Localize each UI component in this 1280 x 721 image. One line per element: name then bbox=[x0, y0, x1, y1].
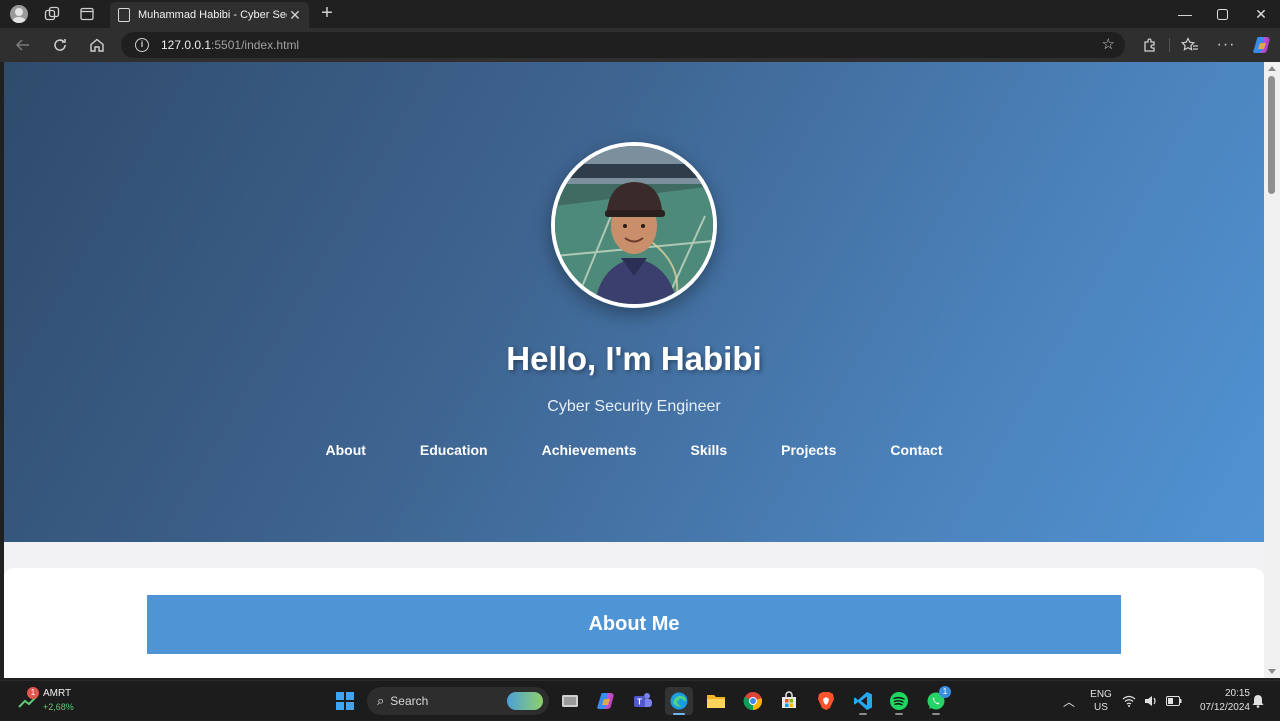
chrome-icon[interactable] bbox=[739, 687, 767, 715]
site-info-icon[interactable]: i bbox=[135, 38, 149, 52]
hero-title: Hello, I'm Habibi bbox=[506, 340, 762, 377]
scroll-down-arrow-icon[interactable] bbox=[1268, 669, 1276, 674]
url-text[interactable]: 127.0.0.1:5501/index.html bbox=[161, 38, 299, 52]
search-icon: ⌕ bbox=[377, 693, 385, 708]
volume-icon bbox=[1145, 696, 1156, 706]
about-heading: About Me bbox=[147, 595, 1121, 654]
maximize-button[interactable] bbox=[1203, 0, 1241, 28]
notification-bell-icon[interactable] bbox=[1250, 681, 1266, 721]
hero-subtitle: Cyber Security Engineer bbox=[547, 398, 721, 415]
running-indicator bbox=[932, 713, 940, 715]
nav-link-contact[interactable]: Contact bbox=[890, 442, 942, 458]
nav-link-education[interactable]: Education bbox=[420, 442, 488, 458]
nav-link-skills[interactable]: Skills bbox=[691, 442, 728, 458]
address-bar[interactable]: i 127.0.0.1:5501/index.html ☆ bbox=[121, 32, 1125, 58]
start-button[interactable] bbox=[331, 687, 359, 715]
workspaces-icon[interactable] bbox=[41, 4, 63, 24]
tab-title: Muhammad Habibi - Cyber Secu bbox=[138, 9, 287, 21]
minimize-button[interactable]: ― bbox=[1166, 0, 1204, 28]
running-indicator bbox=[895, 713, 903, 715]
vscode-icon[interactable] bbox=[849, 687, 877, 715]
extensions-icon[interactable] bbox=[1139, 34, 1161, 56]
search-label: Search bbox=[390, 694, 429, 708]
scroll-up-arrow-icon[interactable] bbox=[1268, 66, 1276, 71]
browser-tab-active[interactable]: Muhammad Habibi - Cyber Secu ✕ bbox=[110, 2, 309, 28]
active-indicator bbox=[673, 713, 685, 715]
taskbar-search[interactable]: ⌕ Search bbox=[367, 687, 549, 715]
svg-text:T: T bbox=[637, 698, 642, 707]
stock-change: +2,68% bbox=[43, 702, 74, 712]
clock[interactable]: 20:15 07/12/2024 bbox=[1186, 681, 1250, 721]
whatsapp-icon[interactable]: 1 bbox=[922, 686, 951, 715]
file-explorer-icon[interactable] bbox=[702, 687, 730, 715]
page-viewport: Hello, I'm Habibi Cyber Security Enginee… bbox=[4, 62, 1264, 678]
edge-icon[interactable] bbox=[665, 687, 693, 715]
about-section: About Me bbox=[4, 568, 1264, 678]
clock-date: 07/12/2024 bbox=[1199, 702, 1250, 713]
page-icon bbox=[118, 8, 130, 22]
tab-actions-icon[interactable] bbox=[76, 4, 98, 24]
nav-link-projects[interactable]: Projects bbox=[781, 442, 836, 458]
browser-titlebar: Muhammad Habibi - Cyber Secu ✕ + ― ✕ bbox=[0, 0, 1280, 28]
scrollbar-thumb[interactable] bbox=[1268, 76, 1275, 194]
main-nav: About Education Achievements Skills Proj… bbox=[4, 442, 1264, 458]
whatsapp-badge: 1 bbox=[939, 686, 951, 698]
nav-link-about[interactable]: About bbox=[325, 442, 365, 458]
favorites-icon[interactable] bbox=[1179, 34, 1201, 56]
battery-icon bbox=[1166, 696, 1182, 706]
search-highlight-image bbox=[507, 692, 543, 710]
tab-close-icon[interactable]: ✕ bbox=[287, 7, 303, 24]
stock-widget[interactable]: 1 AMRT +2,68% bbox=[18, 687, 98, 715]
spotify-icon[interactable] bbox=[885, 687, 913, 715]
copilot-app-icon[interactable] bbox=[592, 687, 620, 715]
copilot-icon[interactable] bbox=[1251, 34, 1273, 56]
profile-photo bbox=[551, 142, 717, 308]
nav-link-achievements[interactable]: Achievements bbox=[542, 442, 637, 458]
stock-badge: 1 bbox=[27, 687, 39, 699]
task-view-icon[interactable] bbox=[556, 687, 584, 715]
favorite-star-icon[interactable]: ☆ bbox=[1102, 35, 1115, 53]
windows-taskbar: 1 AMRT +2,68% ⌕ Search T 1 ︿ ENG US 20:1… bbox=[0, 680, 1280, 720]
toolbar-separator bbox=[1169, 38, 1170, 52]
language-indicator[interactable]: ENG US bbox=[1087, 681, 1115, 721]
back-button[interactable] bbox=[11, 33, 35, 57]
browser-toolbar: i 127.0.0.1:5501/index.html ☆ ··· bbox=[0, 28, 1280, 62]
stock-name: AMRT bbox=[43, 688, 72, 699]
close-window-button[interactable]: ✕ bbox=[1242, 0, 1280, 28]
microsoft-store-icon[interactable] bbox=[775, 687, 803, 715]
new-tab-button[interactable]: + bbox=[316, 3, 338, 25]
hero-header: Hello, I'm Habibi Cyber Security Enginee… bbox=[4, 62, 1264, 542]
brave-icon[interactable] bbox=[812, 687, 840, 715]
page-scrollbar[interactable] bbox=[1264, 62, 1280, 678]
clock-time: 20:15 bbox=[1224, 688, 1250, 699]
windows-logo-icon bbox=[336, 692, 354, 710]
profile-icon[interactable] bbox=[8, 4, 30, 24]
wifi-icon bbox=[1122, 695, 1136, 707]
running-indicator bbox=[859, 713, 867, 715]
home-button[interactable] bbox=[85, 33, 109, 57]
reload-button[interactable] bbox=[48, 33, 72, 57]
system-tray-icons[interactable] bbox=[1122, 681, 1182, 721]
show-hidden-icons-chevron-icon[interactable]: ︿ bbox=[1059, 681, 1079, 721]
more-options-icon[interactable]: ··· bbox=[1215, 34, 1237, 56]
teams-icon[interactable]: T bbox=[629, 687, 657, 715]
